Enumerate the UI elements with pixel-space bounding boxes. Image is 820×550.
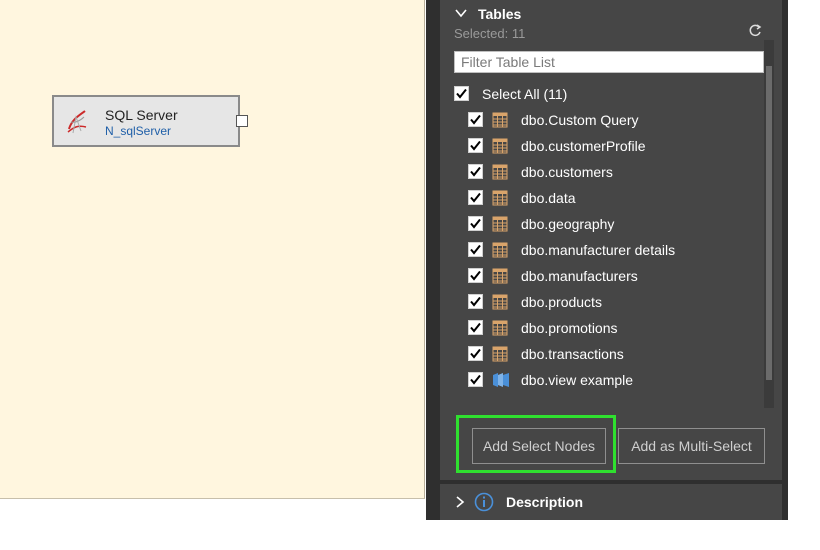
select-all-row[interactable]: Select All (11) <box>454 82 754 106</box>
tables-header-title: Tables <box>478 6 522 22</box>
table-item-checkbox[interactable] <box>468 216 483 231</box>
select-all-checkbox[interactable] <box>454 86 469 101</box>
table-list-item[interactable]: dbo.customers <box>468 160 758 184</box>
table-icon <box>492 190 508 206</box>
node-subtitle: N_sqlServer <box>105 124 172 138</box>
scrollbar-thumb[interactable] <box>766 66 772 380</box>
table-icon <box>492 216 508 232</box>
table-item-label: dbo.Custom Query <box>521 112 639 128</box>
tables-panel: Tables Selected: 11 Select All (11) dbo.… <box>426 0 788 520</box>
table-item-label: dbo.manufacturers <box>521 268 638 284</box>
node-title: SQL Server <box>105 107 178 123</box>
selected-count: Selected: 11 <box>454 26 526 40</box>
table-icon <box>492 138 508 154</box>
table-item-checkbox[interactable] <box>468 346 483 361</box>
chevron-down-icon <box>455 9 467 18</box>
table-item-label: dbo.geography <box>521 216 615 232</box>
table-item-checkbox[interactable] <box>468 190 483 205</box>
table-item-checkbox[interactable] <box>468 138 483 153</box>
table-icon <box>492 242 508 258</box>
tables-section-header[interactable]: Tables <box>440 0 782 28</box>
table-item-label: dbo.data <box>521 190 576 206</box>
filter-table-input[interactable] <box>454 51 764 73</box>
node-output-port[interactable] <box>236 115 248 127</box>
table-item-label: dbo.customerProfile <box>521 138 646 154</box>
table-item-checkbox[interactable] <box>468 268 483 283</box>
table-list-item[interactable]: dbo.data <box>468 186 758 210</box>
table-item-label: dbo.promotions <box>521 320 618 336</box>
table-item-checkbox[interactable] <box>468 294 483 309</box>
view-icon <box>492 372 509 388</box>
table-item-checkbox[interactable] <box>468 242 483 257</box>
description-section-header[interactable]: Description <box>440 484 782 520</box>
table-list-item[interactable]: dbo.geography <box>468 212 758 236</box>
table-icon <box>492 268 508 284</box>
select-all-label: Select All (11) <box>482 86 568 102</box>
table-icon <box>492 112 508 128</box>
table-icon <box>492 294 508 310</box>
table-list-item[interactable]: dbo.products <box>468 290 758 314</box>
table-item-checkbox[interactable] <box>468 320 483 335</box>
table-item-label: dbo.products <box>521 294 602 310</box>
description-header-title: Description <box>506 494 584 510</box>
refresh-icon[interactable] <box>748 24 762 38</box>
table-item-checkbox[interactable] <box>468 112 483 127</box>
table-list-item[interactable]: dbo.manufacturers <box>468 264 758 288</box>
table-list-item[interactable]: dbo.manufacturer details <box>468 238 758 262</box>
info-icon <box>474 492 494 512</box>
table-list-item[interactable]: dbo.Custom Query <box>468 108 758 132</box>
table-item-checkbox[interactable] <box>468 164 483 179</box>
table-list-item[interactable]: dbo.transactions <box>468 342 758 366</box>
table-item-label: dbo.view example <box>521 372 634 388</box>
table-icon <box>492 320 508 336</box>
table-list-item[interactable]: dbo.view example <box>468 368 758 392</box>
table-list-item[interactable]: dbo.customerProfile <box>468 134 758 158</box>
canvas-area[interactable]: SQL Server N_sqlServer <box>0 0 425 499</box>
chevron-right-icon <box>456 496 465 508</box>
table-item-label: dbo.transactions <box>521 346 624 362</box>
sql-server-icon <box>67 110 87 134</box>
table-item-label: dbo.manufacturer details <box>521 242 676 258</box>
table-item-checkbox[interactable] <box>468 372 483 387</box>
table-list-item[interactable]: dbo.promotions <box>468 316 758 340</box>
table-icon <box>492 346 508 362</box>
sql-server-node[interactable]: SQL Server N_sqlServer <box>52 95 248 147</box>
add-as-multi-select-button[interactable]: Add as Multi-Select <box>618 428 765 464</box>
table-icon <box>492 164 508 180</box>
add-select-nodes-button[interactable]: Add Select Nodes <box>472 428 606 464</box>
table-item-label: dbo.customers <box>521 164 613 180</box>
